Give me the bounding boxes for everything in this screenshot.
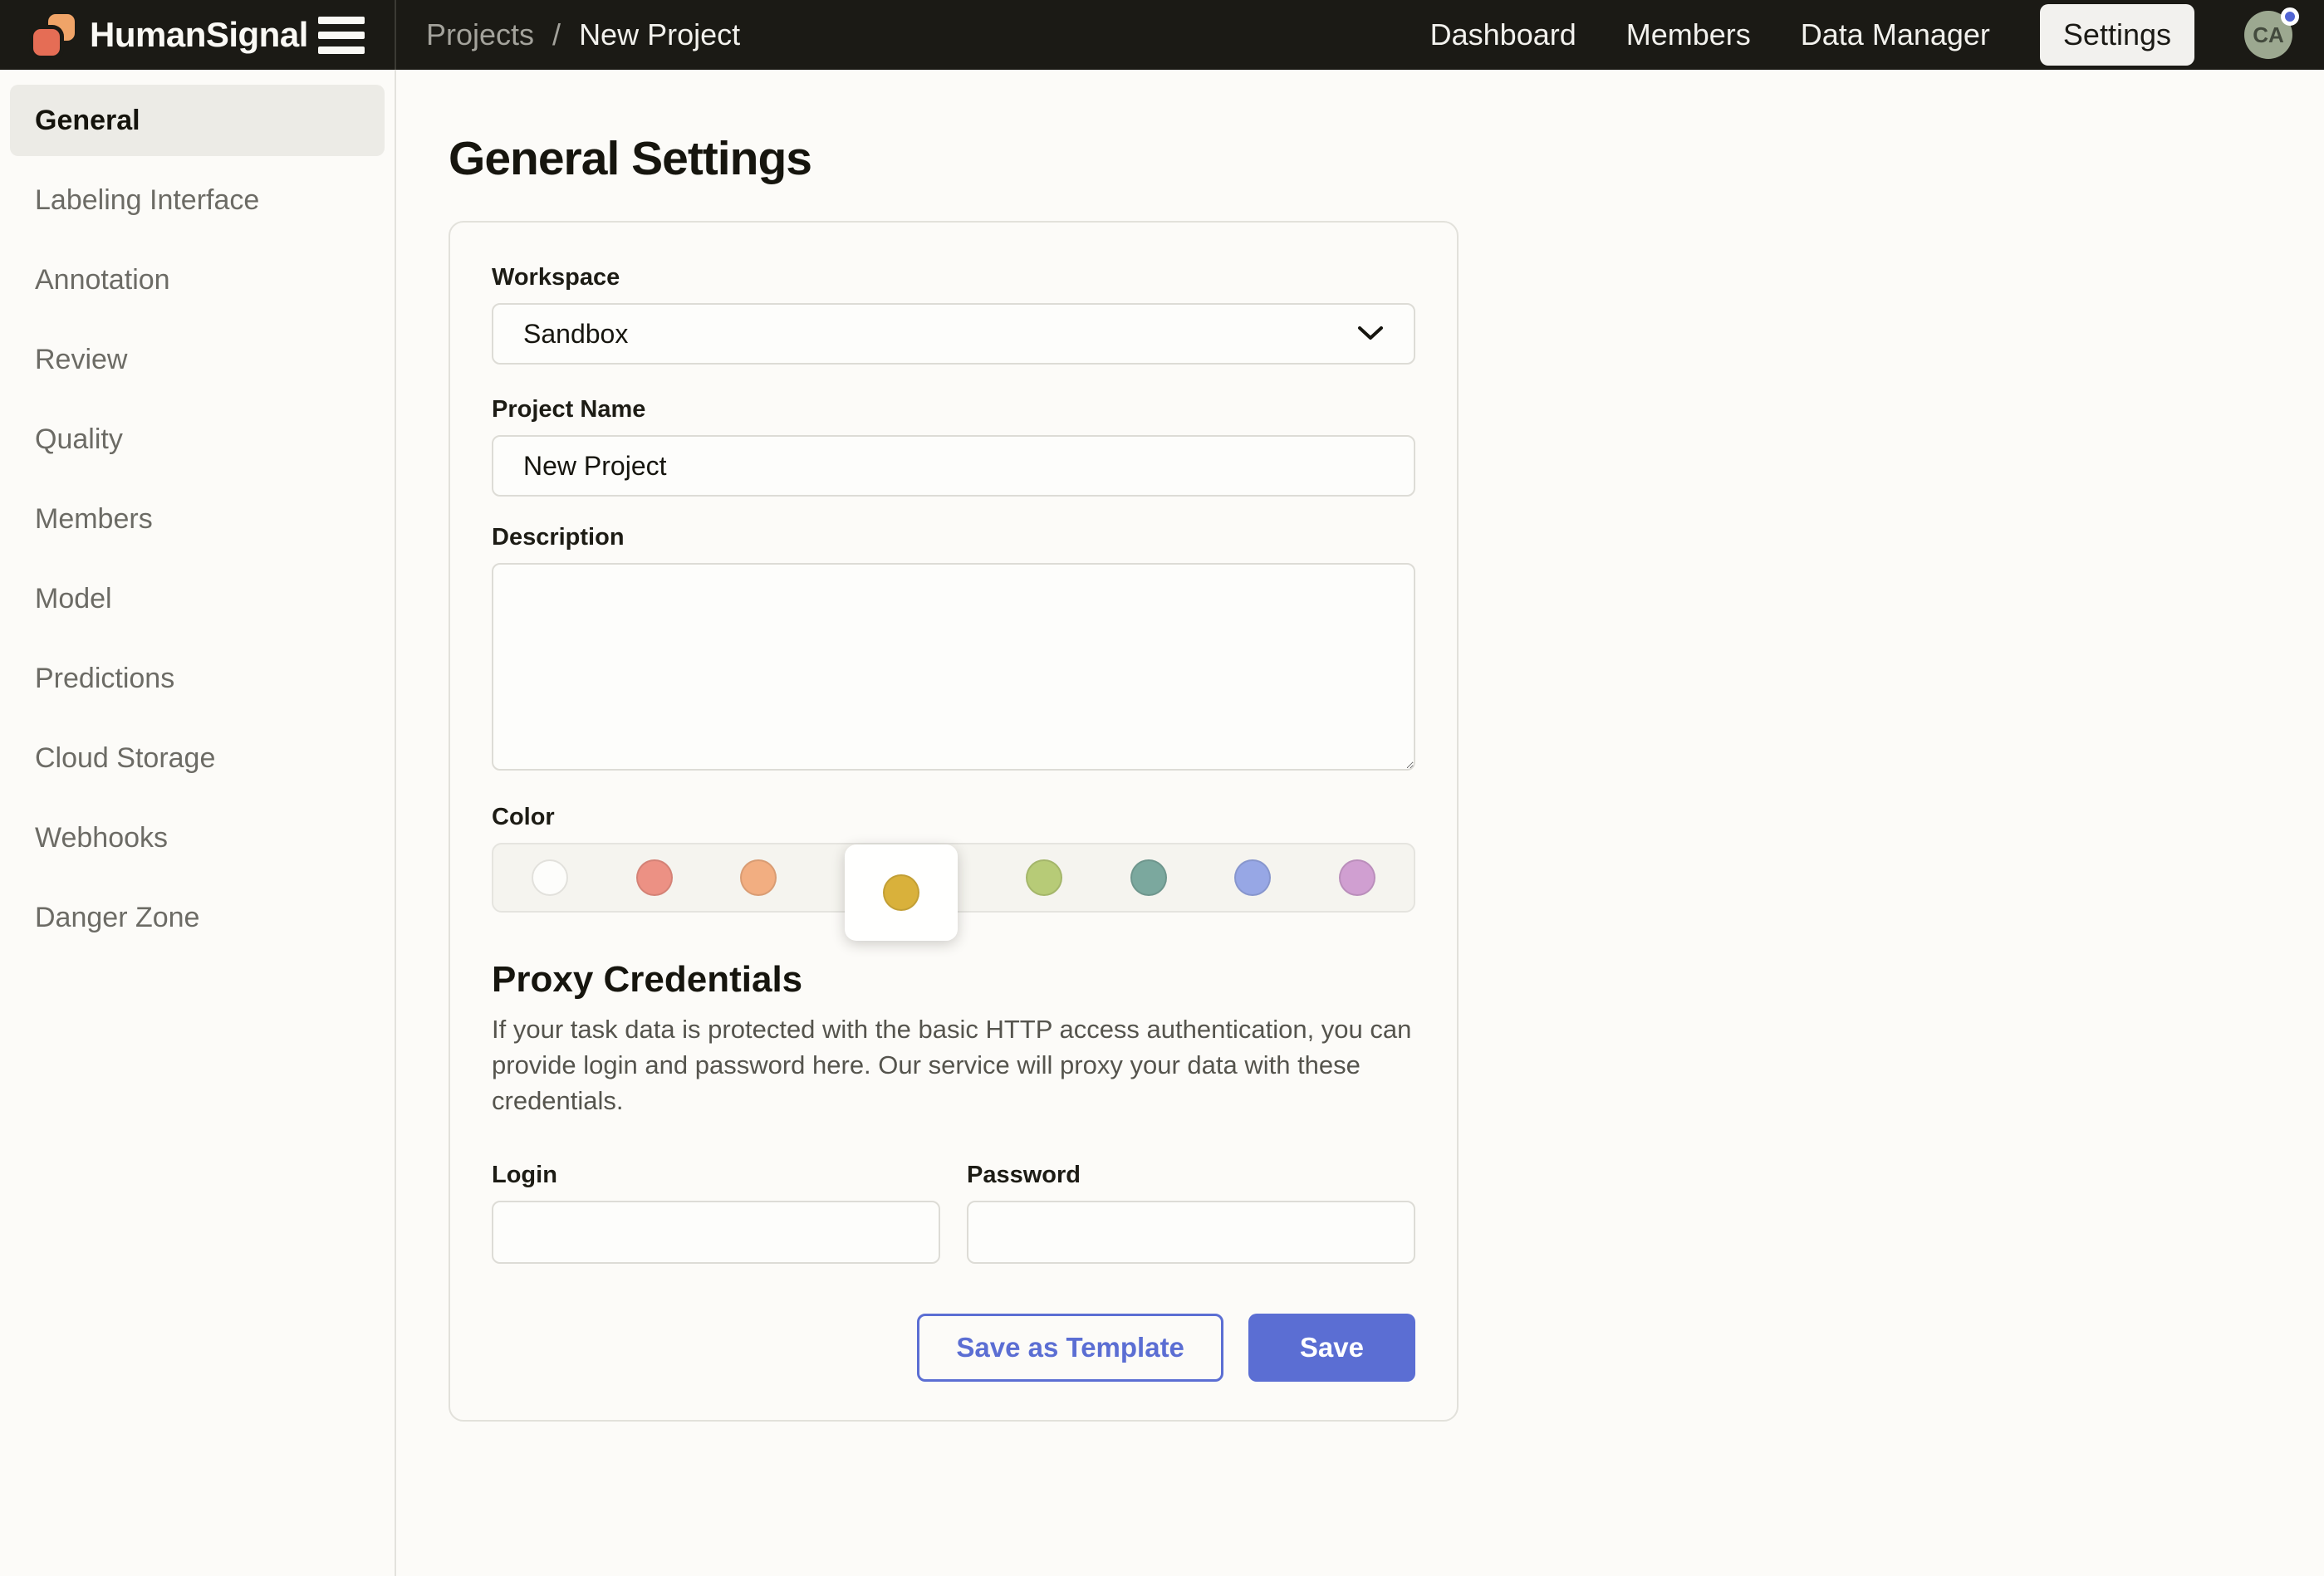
color-swatch-salmon[interactable]	[636, 859, 673, 896]
color-swatch-row	[492, 843, 1415, 913]
humansignal-logo-icon	[33, 14, 75, 56]
chevron-down-icon	[1357, 325, 1384, 342]
brand-name: HumanSignal	[90, 15, 308, 55]
sidebar-item-webhooks[interactable]: Webhooks	[10, 802, 385, 874]
nav-dashboard[interactable]: Dashboard	[1430, 17, 1576, 52]
color-swatch-orange[interactable]	[740, 859, 777, 896]
workspace-select-value: Sandbox	[523, 319, 628, 350]
password-label: Password	[967, 1162, 1415, 1189]
avatar-initials: CA	[2253, 22, 2284, 48]
breadcrumb-separator: /	[552, 17, 561, 52]
avatar[interactable]: CA	[2244, 11, 2292, 59]
sidebar-item-predictions[interactable]: Predictions	[10, 643, 385, 714]
project-name-label: Project Name	[492, 396, 1415, 423]
project-name-input[interactable]	[492, 435, 1415, 497]
color-swatch-periwinkle[interactable]	[1234, 859, 1271, 896]
sidebar-item-quality[interactable]: Quality	[10, 404, 385, 475]
page-title: General Settings	[449, 131, 2324, 186]
breadcrumb: Projects / New Project	[426, 17, 740, 52]
description-textarea[interactable]	[492, 563, 1415, 771]
save-button[interactable]: Save	[1248, 1314, 1415, 1382]
workspace-select[interactable]: Sandbox	[492, 303, 1415, 365]
description-label: Description	[492, 524, 1415, 551]
login-label: Login	[492, 1162, 940, 1189]
color-label: Color	[492, 804, 1415, 831]
color-swatch-yellow-selected[interactable]	[883, 874, 919, 911]
nav-data-manager[interactable]: Data Manager	[1801, 17, 1990, 52]
proxy-credentials-title: Proxy Credentials	[492, 959, 1415, 1001]
login-input[interactable]	[492, 1201, 940, 1264]
proxy-credentials-description: If your task data is protected with the …	[492, 1012, 1415, 1118]
menu-icon[interactable]	[318, 12, 365, 59]
color-swatch-selected-box[interactable]	[845, 844, 958, 941]
topbar-brand-section: HumanSignal	[0, 0, 396, 70]
breadcrumb-projects[interactable]: Projects	[426, 17, 534, 52]
color-swatch-white[interactable]	[532, 859, 568, 896]
password-input[interactable]	[967, 1201, 1415, 1264]
sidebar-item-review[interactable]: Review	[10, 324, 385, 395]
sidebar-item-cloud-storage[interactable]: Cloud Storage	[10, 722, 385, 794]
notification-dot	[2281, 7, 2299, 26]
sidebar-item-general[interactable]: General	[10, 85, 385, 156]
save-as-template-button[interactable]: Save as Template	[917, 1314, 1223, 1382]
sidebar-item-danger-zone[interactable]: Danger Zone	[10, 882, 385, 953]
form-actions: Save as Template Save	[492, 1314, 1415, 1382]
breadcrumb-current: New Project	[579, 17, 740, 52]
top-bar: HumanSignal Projects / New Project Dashb…	[0, 0, 2324, 70]
topbar-nav: Dashboard Members Data Manager Settings …	[1430, 4, 2324, 66]
general-settings-card: Workspace Sandbox Project Name Descripti…	[449, 221, 1459, 1422]
workspace-label: Workspace	[492, 264, 1415, 291]
nav-members[interactable]: Members	[1626, 17, 1751, 52]
color-swatch-green[interactable]	[1026, 859, 1062, 896]
color-swatch-teal[interactable]	[1130, 859, 1167, 896]
settings-sidebar: General Labeling Interface Annotation Re…	[0, 70, 396, 1576]
humansignal-logo[interactable]: HumanSignal	[33, 14, 308, 56]
sidebar-item-members[interactable]: Members	[10, 483, 385, 555]
color-swatch-orchid[interactable]	[1339, 859, 1375, 896]
nav-settings[interactable]: Settings	[2040, 4, 2194, 66]
sidebar-item-labeling-interface[interactable]: Labeling Interface	[10, 164, 385, 236]
main-content: General Settings Workspace Sandbox Proje…	[396, 70, 2324, 1576]
sidebar-item-model[interactable]: Model	[10, 563, 385, 634]
sidebar-item-annotation[interactable]: Annotation	[10, 244, 385, 316]
